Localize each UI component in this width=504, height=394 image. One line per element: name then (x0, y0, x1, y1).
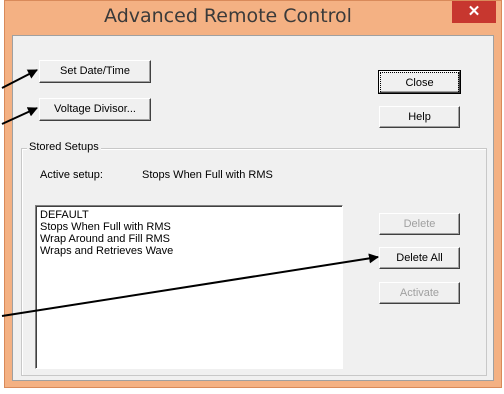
activate-label: Activate (399, 287, 440, 299)
active-setup-label: Active setup: (40, 169, 103, 181)
delete-label: Delete (403, 218, 436, 230)
list-item[interactable]: Stops When Full with RMS (40, 221, 338, 233)
voltage-divisor-button[interactable]: Voltage Divisor... (39, 98, 151, 121)
stored-setups-label: Stored Setups (27, 141, 101, 153)
dialog-client-area: Set Date/Time Voltage Divisor... Close H… (12, 35, 494, 381)
close-button[interactable]: Close (378, 70, 461, 94)
list-item[interactable]: Wraps and Retrieves Wave (40, 245, 338, 257)
help-button[interactable]: Help (379, 106, 460, 128)
delete-all-label: Delete All (396, 252, 443, 264)
list-item[interactable]: Wrap Around and Fill RMS (40, 233, 338, 245)
activate-button[interactable]: Activate (379, 282, 460, 304)
close-icon[interactable]: ✕ (452, 1, 496, 23)
close-label: Close (380, 72, 459, 94)
window-title: Advanced Remote Control (104, 5, 352, 27)
dialog-window: Advanced Remote Control ✕ Set Date/Time … (4, 0, 502, 388)
delete-all-button[interactable]: Delete All (379, 247, 460, 269)
set-date-time-button[interactable]: Set Date/Time (39, 60, 151, 83)
stored-setups-group: Stored Setups Active setup: Stops When F… (21, 141, 487, 376)
help-label: Help (408, 111, 431, 123)
active-setup-value: Stops When Full with RMS (142, 169, 273, 181)
delete-button[interactable]: Delete (379, 213, 460, 235)
title-bar[interactable]: Advanced Remote Control ✕ (5, 1, 501, 35)
list-item[interactable]: DEFAULT (40, 209, 338, 221)
voltage-divisor-label: Voltage Divisor... (54, 103, 136, 115)
set-date-time-label: Set Date/Time (60, 65, 130, 77)
setups-listbox[interactable]: DEFAULT Stops When Full with RMS Wrap Ar… (35, 205, 343, 369)
